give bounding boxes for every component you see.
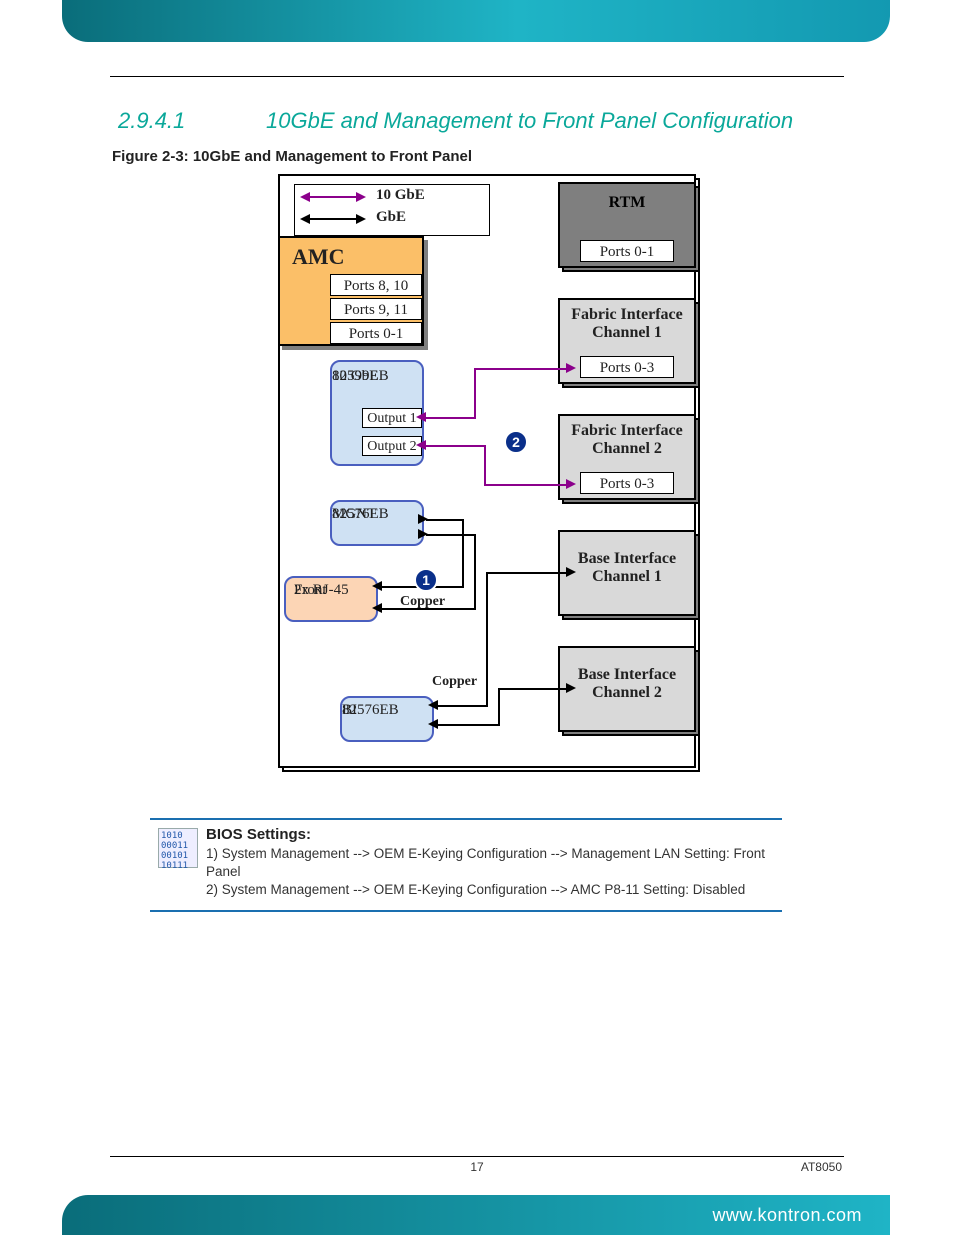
conn-mgnt-v1: [462, 519, 464, 587]
footer-rule: [110, 1156, 844, 1157]
figure-caption: Figure 2-3: 10GbE and Management to Fron…: [112, 148, 472, 165]
conn-mgnt-h1a: [426, 519, 462, 521]
bios-settings-box: 1010 00011 00101 10111 BIOS Settings: 1)…: [150, 818, 782, 912]
legend-label-10g: 10 GbE: [376, 187, 425, 204]
conn-bi1-h2: [486, 572, 568, 574]
chip-mgnt: MGNT 82576EB: [330, 500, 424, 546]
conn-mgnt-arrow-r2: [418, 529, 428, 539]
conn-bi2-arr-l: [428, 719, 438, 729]
conn-mgnt-h1b: [426, 534, 474, 536]
diagram: 10 GbE GbE AMC Ports 8, 10 Ports 9, 11 P…: [278, 174, 712, 776]
fic2-title: Fabric Interface Channel 2: [558, 422, 696, 458]
conn-bi2-h1: [436, 724, 498, 726]
conn-out2-v: [484, 445, 486, 485]
fic1-title: Fabric Interface Channel 1: [558, 306, 696, 342]
section-title: 10GbE and Management to Front Panel Conf…: [266, 108, 793, 134]
amc-port-1: Ports 9, 11: [330, 298, 422, 320]
conn-out1-v: [474, 368, 476, 419]
conn-bi1-arr-l: [428, 700, 438, 710]
conn-bi1-h1: [436, 705, 486, 707]
footer-bar: www.kontron.com: [62, 1195, 890, 1235]
chip-82599eb-out2: Output 2: [362, 436, 422, 456]
legend-arrow-10g: [302, 196, 364, 198]
chip-82599eb-out1: Output 1: [362, 408, 422, 428]
chip-bi-line2: 82576EB: [342, 702, 399, 719]
bios-line-1: 1) System Management --> OEM E-Keying Co…: [206, 845, 774, 881]
conn-out1-h1: [424, 417, 474, 419]
conn-mgnt-arrow-l1: [372, 581, 382, 591]
bios-heading: BIOS Settings:: [206, 826, 774, 843]
conn-out2-arrow-r: [566, 479, 576, 489]
amc-port-2: Ports 0-1: [330, 322, 422, 344]
amc-title: AMC: [292, 244, 345, 270]
rtm-title: RTM: [558, 194, 696, 212]
conn-bi2-h2: [498, 688, 568, 690]
conn-bi1-v: [486, 572, 488, 707]
badge-2: 2: [504, 430, 528, 454]
fic2-ports: Ports 0-3: [580, 472, 674, 494]
conn-out2-arrow-l: [416, 440, 426, 450]
bios-line-2: 2) System Management --> OEM E-Keying Co…: [206, 881, 774, 899]
binary-icon: 1010 00011 00101 10111: [158, 828, 198, 868]
conn-bi1-arr-r: [566, 567, 576, 577]
footer-url: www.kontron.com: [712, 1205, 862, 1225]
conn-mgnt-arrow-l2: [372, 603, 382, 613]
chip-bi: BI 82576EB: [340, 696, 434, 742]
amc-port-0: Ports 8, 10: [330, 274, 422, 296]
legend-label-gbe: GbE: [376, 209, 406, 226]
conn-out1-h2: [474, 368, 568, 370]
fic1-ports: Ports 0-3: [580, 356, 674, 378]
chip-mgnt-line2: 82576EB: [332, 506, 389, 523]
conn-mgnt-v2: [474, 534, 476, 610]
conn-bi2-arr-r: [566, 683, 576, 693]
conn-out1-arrow-l: [416, 412, 426, 422]
label-copper-1: Copper: [400, 594, 445, 610]
bic1-title: Base Interface Channel 1: [558, 550, 696, 586]
label-copper-2: Copper: [432, 674, 477, 690]
footer-model: AT8050: [801, 1160, 842, 1174]
header-bar: [62, 0, 890, 42]
section-number: 2.9.4.1: [118, 108, 185, 134]
conn-out2-h1: [424, 445, 484, 447]
chip-front-line2: 2x RJ-45: [294, 582, 349, 599]
header-rule: [110, 76, 844, 77]
chip-82599eb-line2: 10 GbE: [332, 368, 378, 385]
chip-front: Front 2x RJ-45: [284, 576, 378, 622]
conn-out2-h2: [484, 484, 568, 486]
conn-out1-arrow-r: [566, 363, 576, 373]
badge-1: 1: [414, 568, 438, 592]
conn-mgnt-arrow-r1: [418, 514, 428, 524]
bic2-title: Base Interface Channel 2: [558, 666, 696, 702]
conn-bi2-v: [498, 688, 500, 726]
rtm-ports: Ports 0-1: [580, 240, 674, 262]
legend-arrow-gbe: [302, 218, 364, 220]
